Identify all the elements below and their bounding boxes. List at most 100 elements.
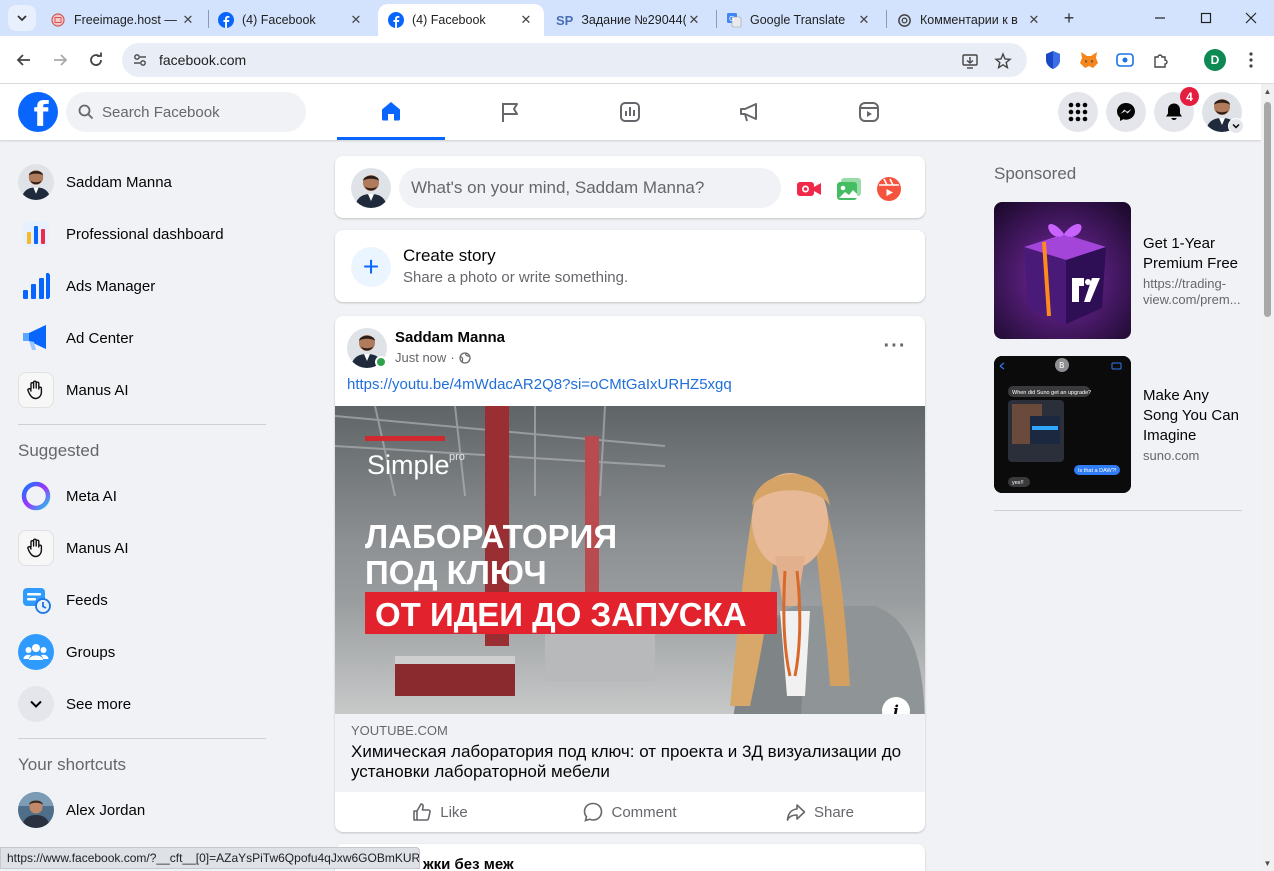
sp-icon: SP	[556, 12, 574, 28]
back-button[interactable]	[10, 46, 38, 74]
like-button[interactable]: Like	[335, 792, 545, 832]
sponsored-ad[interactable]: B When did Suno get an upgrade? Is that …	[994, 356, 1244, 494]
bookmark-star-icon[interactable]	[994, 52, 1012, 70]
forward-button[interactable]	[46, 46, 74, 74]
sidebar-item-groups[interactable]: Groups	[8, 626, 278, 678]
nav-ads[interactable]	[696, 84, 804, 140]
sponsored-heading: Sponsored	[994, 164, 1077, 183]
ads-manager-icon	[18, 268, 54, 304]
extensions-puzzle-icon[interactable]	[1150, 49, 1172, 71]
share-button[interactable]: Share	[715, 792, 925, 832]
groups-icon	[18, 634, 54, 670]
browser-tab-active[interactable]: (4) Facebook ✕	[378, 4, 544, 36]
sidebar-item-manus-ai[interactable]: Manus AI	[8, 522, 278, 574]
close-window-button[interactable]	[1228, 0, 1274, 36]
comment-button[interactable]: Comment	[525, 792, 735, 832]
tab-title: (4) Facebook	[412, 13, 486, 27]
chevron-down-icon	[1232, 123, 1240, 129]
tab-close-icon[interactable]: ✕	[348, 12, 364, 28]
online-indicator	[375, 356, 387, 368]
search-input[interactable]	[102, 103, 282, 121]
nav-video[interactable]	[815, 84, 923, 140]
create-story-card[interactable]: + Create story Share a photo or write so…	[335, 230, 925, 302]
nav-home[interactable]	[337, 84, 445, 140]
scroll-up-icon[interactable]: ▲	[1263, 87, 1272, 96]
post-actions: Like Comment Share	[335, 792, 925, 832]
sidebar-item-manus-ai[interactable]: Manus AI	[8, 364, 278, 416]
scroll-down-icon[interactable]: ▼	[1263, 859, 1272, 868]
next-post-partial-text: жки без меж	[423, 856, 514, 871]
nav-dashboard[interactable]	[576, 84, 684, 140]
post-author-name[interactable]: Saddam Manna	[395, 329, 505, 346]
meta-ai-icon	[18, 478, 54, 514]
facebook-logo[interactable]: f	[18, 92, 58, 132]
tab-title: Задание №29044(	[581, 13, 686, 27]
post-link-image[interactable]: Simple pro ЛАБОРАТОРИЯ ПОД КЛЮЧ ОТ ИДЕИ …	[335, 406, 925, 714]
minimize-button[interactable]	[1137, 0, 1183, 36]
messenger-button[interactable]	[1106, 92, 1146, 132]
reload-button[interactable]	[82, 46, 110, 74]
scrollbar-thumb[interactable]	[1264, 102, 1271, 317]
chat-bubble-q: When did Suno get an upgrade?	[1012, 390, 1091, 396]
chat-bubble-a: Is that a DAW?!	[1078, 468, 1117, 474]
browser-tab[interactable]: G Google Translate ✕	[716, 4, 882, 36]
tab-title: Google Translate	[750, 13, 846, 27]
new-tab-button[interactable]: +	[1058, 7, 1080, 29]
browser-tab[interactable]: SP Задание №29044( ✕	[546, 4, 712, 36]
sidebar-divider	[18, 424, 266, 425]
sidebar-shortcut-item[interactable]: Alex Jordan	[8, 784, 278, 836]
shield-extension-icon[interactable]	[1042, 49, 1064, 71]
menu-button[interactable]	[1058, 92, 1098, 132]
sidebar-item-label: Alex Jordan	[66, 801, 146, 819]
thumbnail-headline-2: ПОД КЛЮЧ	[365, 554, 547, 591]
sidebar-item-professional-dashboard[interactable]: Professional dashboard	[8, 208, 278, 260]
post-timestamp[interactable]: Just now ·	[395, 350, 471, 365]
freeimage-icon	[50, 12, 66, 28]
reel-icon[interactable]	[876, 176, 902, 202]
metamask-icon[interactable]	[1078, 49, 1100, 71]
tab-close-icon[interactable]: ✕	[180, 12, 196, 28]
photo-video-icon[interactable]	[836, 176, 862, 202]
more-menu-icon[interactable]	[1240, 49, 1262, 71]
live-video-icon[interactable]	[796, 176, 822, 202]
tab-title: Freeimage.host —	[74, 13, 177, 27]
account-chevron[interactable]	[1228, 118, 1244, 134]
facebook-icon	[388, 12, 404, 28]
tab-close-icon[interactable]: ✕	[518, 12, 534, 28]
bell-icon	[1166, 103, 1182, 121]
link-preview[interactable]: YOUTUBE.COM Химическая лаборатория под к…	[335, 714, 925, 792]
page-scrollbar[interactable]: ▲ ▼	[1261, 84, 1274, 871]
browser-tab[interactable]: (4) Facebook ✕	[208, 4, 374, 36]
sidebar-item-ads-manager[interactable]: Ads Manager	[8, 260, 278, 312]
address-bar[interactable]: facebook.com	[122, 43, 1027, 77]
avatar[interactable]	[351, 168, 391, 208]
post-options-button[interactable]: ···	[881, 332, 909, 360]
tab-close-icon[interactable]: ✕	[856, 12, 872, 28]
maximize-button[interactable]	[1183, 0, 1229, 36]
composer-input[interactable]: What's on your mind, Saddam Manna?	[399, 168, 781, 208]
sponsored-ad[interactable]: Get 1-Year Premium Free https://trading-…	[994, 202, 1244, 340]
profile-button[interactable]: D	[1204, 49, 1226, 71]
tab-search-button[interactable]	[8, 5, 36, 31]
post-link[interactable]: https://youtu.be/4mWdacAR2Q8?si=oCMtGaIx…	[347, 376, 732, 393]
search-box[interactable]	[66, 92, 306, 132]
sidebar-item-meta-ai[interactable]: Meta AI	[8, 470, 278, 522]
browser-tab[interactable]: Комментарии к в ✕	[886, 4, 1052, 36]
sidebar-item-feeds[interactable]: Feeds	[8, 574, 278, 626]
site-settings-icon[interactable]	[132, 52, 148, 68]
nav-pages[interactable]	[456, 84, 564, 140]
sidebar-item-profile[interactable]: Saddam Manna	[8, 156, 278, 208]
tab-close-icon[interactable]: ✕	[686, 12, 702, 28]
link-status-bar: https://www.facebook.com/?__cft__[0]=AZa…	[0, 847, 420, 869]
sidebar-item-label: See more	[66, 695, 132, 713]
sidebar-item-ad-center[interactable]: Ad Center	[8, 312, 278, 364]
extension-screen-icon[interactable]	[1114, 49, 1136, 71]
install-app-icon[interactable]	[961, 52, 979, 70]
tab-close-icon[interactable]: ✕	[1026, 12, 1042, 28]
separator-dot: ·	[450, 350, 455, 365]
sidebar-see-more[interactable]: See more	[8, 678, 278, 730]
browser-tab[interactable]: Freeimage.host — ✕	[40, 4, 206, 36]
ad-url: https://trading-view.com/prem...	[1143, 276, 1241, 307]
create-story-title: Create story	[403, 246, 496, 265]
feed-post: Saddam Manna Just now · ··· https://yout…	[335, 316, 925, 832]
